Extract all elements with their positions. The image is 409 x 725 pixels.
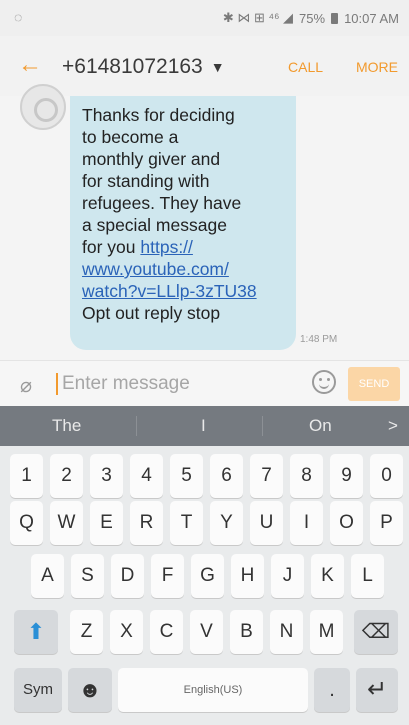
key-x[interactable]: X	[110, 610, 143, 654]
clock: 10:07 AM	[344, 10, 399, 26]
battery-percent: 75%	[299, 10, 326, 26]
call-button[interactable]: CALL	[288, 59, 323, 75]
key-o[interactable]: O	[330, 501, 363, 545]
key-v[interactable]: V	[190, 610, 223, 654]
key-7[interactable]: 7	[250, 454, 283, 498]
message-timestamp: 1:48 PM	[300, 334, 338, 345]
shift-key[interactable]: ⬆	[14, 610, 58, 654]
key-s[interactable]: S	[71, 554, 104, 598]
key-z[interactable]: Z	[70, 610, 103, 654]
key-2[interactable]: 2	[50, 454, 83, 498]
message-line: a special message	[82, 215, 227, 235]
key-g[interactable]: G	[191, 554, 224, 598]
key-m[interactable]: M	[310, 610, 343, 654]
message-list: Thanks for deciding to become a monthly …	[0, 84, 409, 360]
divider	[262, 416, 263, 436]
message-line: Opt out reply stop	[82, 303, 221, 323]
suggestion-strip: The I On >	[0, 406, 409, 446]
key-i[interactable]: I	[290, 501, 323, 545]
period-key[interactable]: .	[314, 668, 350, 712]
paperclip-icon[interactable]: ⌀	[20, 373, 32, 398]
status-misc-icons: ✱ ⋈ ⊞ ⁴⁶ ◢	[222, 10, 294, 25]
battery-icon	[331, 12, 339, 24]
key-t[interactable]: T	[170, 501, 203, 545]
key-3[interactable]: 3	[90, 454, 123, 498]
key-u[interactable]: U	[250, 501, 283, 545]
key-b[interactable]: B	[230, 610, 263, 654]
send-button[interactable]: SEND	[348, 367, 400, 401]
key-l[interactable]: L	[351, 554, 384, 598]
message-line: www.youtube.com/	[82, 258, 284, 280]
contact-title[interactable]: +61481072163 ▼	[62, 55, 225, 79]
message-bubble[interactable]: Thanks for deciding to become a monthly …	[70, 96, 296, 350]
key-f[interactable]: F	[151, 554, 184, 598]
status-icons: ✱ ⋈ ⊞ ⁴⁶ ◢ 75% 10:07 AM	[223, 10, 399, 26]
key-a[interactable]: A	[31, 554, 64, 598]
key-q[interactable]: Q	[10, 501, 43, 545]
key-n[interactable]: N	[270, 610, 303, 654]
sym-key[interactable]: Sym	[14, 668, 62, 712]
message-line-link: for you https://	[82, 236, 284, 258]
message-line: to become a	[82, 127, 179, 147]
key-9[interactable]: 9	[330, 454, 363, 498]
key-y[interactable]: Y	[210, 501, 243, 545]
text-cursor	[56, 373, 58, 395]
compose-bar: ⌀ SEND	[0, 360, 409, 407]
message-input[interactable]	[60, 371, 284, 397]
key-6[interactable]: 6	[210, 454, 243, 498]
key-c[interactable]: C	[150, 610, 183, 654]
message-line: Thanks for deciding	[82, 105, 235, 125]
key-8[interactable]: 8	[290, 454, 323, 498]
contact-number: +61481072163	[62, 55, 203, 78]
youtube-link-part1[interactable]: https://	[140, 237, 193, 257]
key-p[interactable]: P	[370, 501, 403, 545]
suggestion-1[interactable]: The	[52, 416, 81, 436]
message-line: for standing with	[82, 171, 210, 191]
keyboard: 1234567890 QWERTYUIOP ASDFGHJKL ZXCVBNM …	[0, 446, 409, 725]
key-j[interactable]: J	[271, 554, 304, 598]
message-line: watch?v=LLlp-3zTU38	[82, 280, 284, 302]
key-0[interactable]: 0	[370, 454, 403, 498]
emoji-icon[interactable]	[312, 370, 336, 394]
message-line: monthly giver and	[82, 149, 221, 169]
key-4[interactable]: 4	[130, 454, 163, 498]
key-r[interactable]: R	[130, 501, 163, 545]
chevron-right-icon[interactable]: >	[388, 416, 398, 436]
divider	[136, 416, 137, 436]
key-w[interactable]: W	[50, 501, 83, 545]
chevron-down-icon: ▼	[210, 59, 225, 76]
contact-avatar[interactable]	[20, 84, 66, 130]
emoji-key-icon[interactable]: ☻	[68, 668, 112, 712]
suggestion-3[interactable]: On	[309, 416, 332, 436]
space-key[interactable]: English(US)	[118, 668, 308, 712]
key-e[interactable]: E	[90, 501, 123, 545]
youtube-link-part3[interactable]: watch?v=LLlp-3zTU38	[82, 281, 257, 301]
enter-key[interactable]: ↵	[356, 668, 398, 712]
conversation-header: ← +61481072163 ▼ CALL MORE	[0, 36, 409, 96]
key-h[interactable]: H	[231, 554, 264, 598]
youtube-link-part2[interactable]: www.youtube.com/	[82, 259, 229, 279]
status-bar: ◌ ✱ ⋈ ⊞ ⁴⁶ ◢ 75% 10:07 AM	[0, 0, 409, 36]
message-text: for you	[82, 237, 141, 257]
key-5[interactable]: 5	[170, 454, 203, 498]
whatsapp-icon: ◌	[14, 9, 23, 25]
key-1[interactable]: 1	[10, 454, 43, 498]
key-d[interactable]: D	[111, 554, 144, 598]
more-button[interactable]: MORE	[356, 59, 398, 75]
message-line: refugees. They have	[82, 193, 242, 213]
backspace-key[interactable]: ⌫	[354, 610, 398, 654]
suggestion-2[interactable]: I	[201, 416, 206, 436]
key-k[interactable]: K	[311, 554, 344, 598]
arrow-left-icon[interactable]: ←	[18, 50, 42, 80]
